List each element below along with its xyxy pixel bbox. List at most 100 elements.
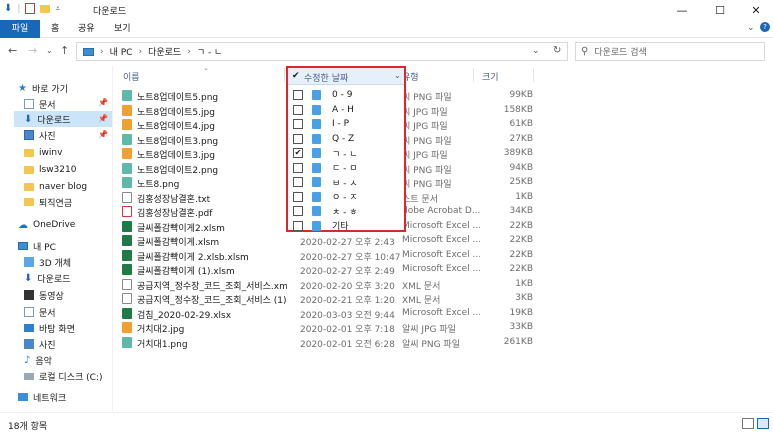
sort-chevron-icon: ⌄ — [203, 64, 209, 72]
date-filter-header[interactable]: ✔ 수정한 날짜 ⌄ — [288, 68, 404, 85]
recent-locations-chevron-icon[interactable]: ⌄ — [46, 46, 53, 55]
filter-option[interactable]: ㄷ - ㅁ — [288, 161, 404, 175]
search-icon: ⚲ — [581, 46, 589, 57]
breadcrumb-downloads[interactable]: 다운로드 — [148, 45, 181, 58]
nav-pictures[interactable]: 사진 — [24, 127, 56, 143]
nav-pc-documents[interactable]: 문서 — [24, 304, 56, 320]
filter-option[interactable]: I - P — [288, 117, 404, 131]
file-date: 2020-02-27 오후 2:43 — [300, 238, 395, 248]
nav-onedrive[interactable]: ☁ OneDrive — [18, 217, 75, 233]
filter-option[interactable]: A - H — [288, 103, 404, 117]
nav-iwinv[interactable]: iwinv — [24, 145, 62, 161]
nav-desktop[interactable]: 바탕 화면 — [24, 320, 75, 336]
file-name: 노트8업데이트2.png — [137, 165, 219, 176]
file-row[interactable]: 공급지역_정수장_코드_조회_서비스.xml 2020-02-20 오후 3:20… — [113, 277, 533, 292]
filter-checkbox[interactable] — [293, 220, 303, 231]
filter-checkbox[interactable] — [293, 90, 303, 100]
filter-checkbox[interactable] — [293, 133, 303, 144]
breadcrumb-separator-icon[interactable]: › — [187, 47, 191, 57]
filter-option[interactable]: 기타 — [288, 219, 404, 233]
file-row[interactable]: 글씨폴감빡이게 (1).xlsm 2020-02-27 오후 2:49 Micros… — [113, 262, 533, 277]
file-row[interactable]: 공급지역_정수장_코드_조회_서비스 (1).x... 2020-02-21 오후… — [113, 291, 533, 306]
forward-arrow-icon[interactable]: → — [28, 44, 37, 57]
filter-option[interactable]: 0 - 9 — [288, 88, 404, 102]
breadcrumb-pc[interactable]: 내 PC — [110, 45, 133, 58]
properties-icon[interactable] — [25, 3, 36, 14]
nav-network[interactable]: 네트워크 — [18, 389, 66, 405]
nav-local-disk[interactable]: 로컬 디스크 (C:) — [24, 368, 102, 384]
filter-checkbox[interactable] — [293, 119, 303, 129]
close-button[interactable]: ✕ — [738, 0, 773, 20]
tab-home[interactable]: 홈 — [51, 20, 59, 38]
filter-option[interactable]: ✔ ㄱ - ㄴ — [288, 146, 404, 160]
image-file-icon — [122, 133, 132, 145]
pin-icon[interactable]: 📌 — [98, 98, 108, 107]
file-date: 2020-02-20 오후 3:20 — [300, 281, 395, 292]
nav-pension[interactable]: 퇴직연금 — [24, 194, 72, 210]
tab-view[interactable]: 보기 — [114, 20, 131, 38]
file-type: 알씨 JPG 파일 — [402, 325, 456, 335]
search-input[interactable]: 다운로드 검색 — [594, 45, 647, 58]
nav-3d-objects[interactable]: 3D 개체 — [24, 254, 71, 270]
nav-this-pc[interactable]: 내 PC — [18, 238, 56, 254]
file-name: 글씨폴감빡이게 2.xlsb.xlsm — [137, 252, 249, 263]
file-name: 글씨폴감빡이게2.xlsm — [137, 223, 225, 234]
filter-checkbox[interactable]: ✔ — [293, 148, 303, 158]
nav-lsw3210[interactable]: lsw3210 — [24, 162, 76, 178]
maximize-button[interactable]: ☐ — [702, 0, 738, 20]
nav-item-label: 로컬 디스크 (C:) — [39, 372, 103, 383]
filter-checkbox[interactable] — [293, 177, 303, 187]
minimize-button[interactable]: — — [664, 0, 700, 20]
ribbon-expand-icon[interactable]: ⌄ — [747, 23, 755, 33]
filter-checkbox[interactable] — [293, 206, 303, 216]
nav-videos[interactable]: 동영상 — [24, 287, 64, 303]
filter-option[interactable]: ㅊ - ㅎ — [288, 204, 404, 218]
nav-naver-blog[interactable]: naver blog — [24, 179, 87, 195]
nav-item-label: OneDrive — [33, 220, 76, 230]
search-box[interactable]: ⚲ 다운로드 검색 — [575, 42, 765, 61]
filter-group-icon — [312, 162, 321, 173]
file-row[interactable]: 글씨폴감빡이게 2.xlsb.xlsm 2020-02-27 오후 10:47 Mi… — [113, 248, 533, 263]
column-header-size[interactable]: 크기 — [482, 70, 499, 83]
large-icons-view-icon[interactable] — [757, 418, 769, 429]
tab-share[interactable]: 공유 — [78, 20, 95, 38]
filter-option[interactable]: ㅂ - ㅅ — [288, 175, 404, 189]
filter-option[interactable]: ㅇ - ㅈ — [288, 190, 404, 204]
image-file-icon — [122, 119, 132, 130]
column-header-name[interactable]: 이름 — [123, 70, 140, 83]
filter-checkbox[interactable] — [293, 191, 303, 202]
file-row[interactable]: 검침_2020-02-29.xlsx 2020-03-03 오전 9:44 Micr… — [113, 306, 533, 321]
filter-checkbox[interactable] — [293, 104, 303, 115]
breadcrumb-separator-icon[interactable]: › — [138, 47, 142, 57]
file-row[interactable]: 글씨폴감빡이게.xlsm 2020-02-27 오후 2:43 Microsoft … — [113, 233, 533, 248]
nav-pc-downloads[interactable]: ⬇ 다운로드 — [24, 270, 71, 286]
file-row[interactable]: 거치대2.jpg 2020-02-01 오후 7:18 알씨 JPG 파일 33KB — [113, 320, 533, 335]
pin-icon[interactable]: 📌 — [98, 114, 108, 123]
customize-dropdown-icon[interactable]: ⩡ — [55, 4, 60, 14]
pin-icon[interactable]: 📌 — [98, 130, 108, 139]
address-history-chevron-icon[interactable]: ⌄ — [532, 46, 540, 56]
tab-file[interactable]: 파일 — [0, 20, 40, 38]
filter-checkbox[interactable] — [293, 162, 303, 173]
refresh-icon[interactable]: ↻ — [553, 45, 561, 56]
address-bar[interactable]: › 내 PC › 다운로드 › ㄱ - ㄴ ⌄ ↻ — [76, 42, 568, 61]
nav-quick-access[interactable]: ★ 바로 가기 — [18, 80, 68, 96]
filter-option-label: I - P — [332, 119, 350, 129]
help-icon[interactable]: ? — [760, 22, 770, 32]
down-arrow-icon[interactable]: ⬇ — [4, 3, 12, 14]
details-view-icon[interactable] — [742, 418, 754, 429]
column-divider[interactable] — [284, 68, 285, 82]
column-divider[interactable] — [473, 68, 474, 82]
up-arrow-icon[interactable]: ↑ — [60, 44, 69, 57]
new-folder-icon[interactable] — [40, 4, 51, 13]
filter-option[interactable]: Q - Z — [288, 132, 404, 146]
column-divider[interactable] — [533, 68, 534, 82]
file-size: 22KB — [509, 249, 533, 260]
nav-pc-pictures[interactable]: 사진 — [24, 336, 56, 352]
back-arrow-icon[interactable]: ← — [8, 44, 17, 57]
file-row[interactable]: 거치대1.png 2020-02-01 오전 6:28 알씨 PNG 파일 261KB — [113, 335, 533, 350]
breadcrumb-separator-icon[interactable]: › — [100, 47, 104, 57]
breadcrumb-filter[interactable]: ㄱ - ㄴ — [197, 45, 223, 58]
nav-documents[interactable]: 문서 — [24, 96, 56, 112]
nav-music[interactable]: ♪ 음악 — [24, 352, 52, 368]
